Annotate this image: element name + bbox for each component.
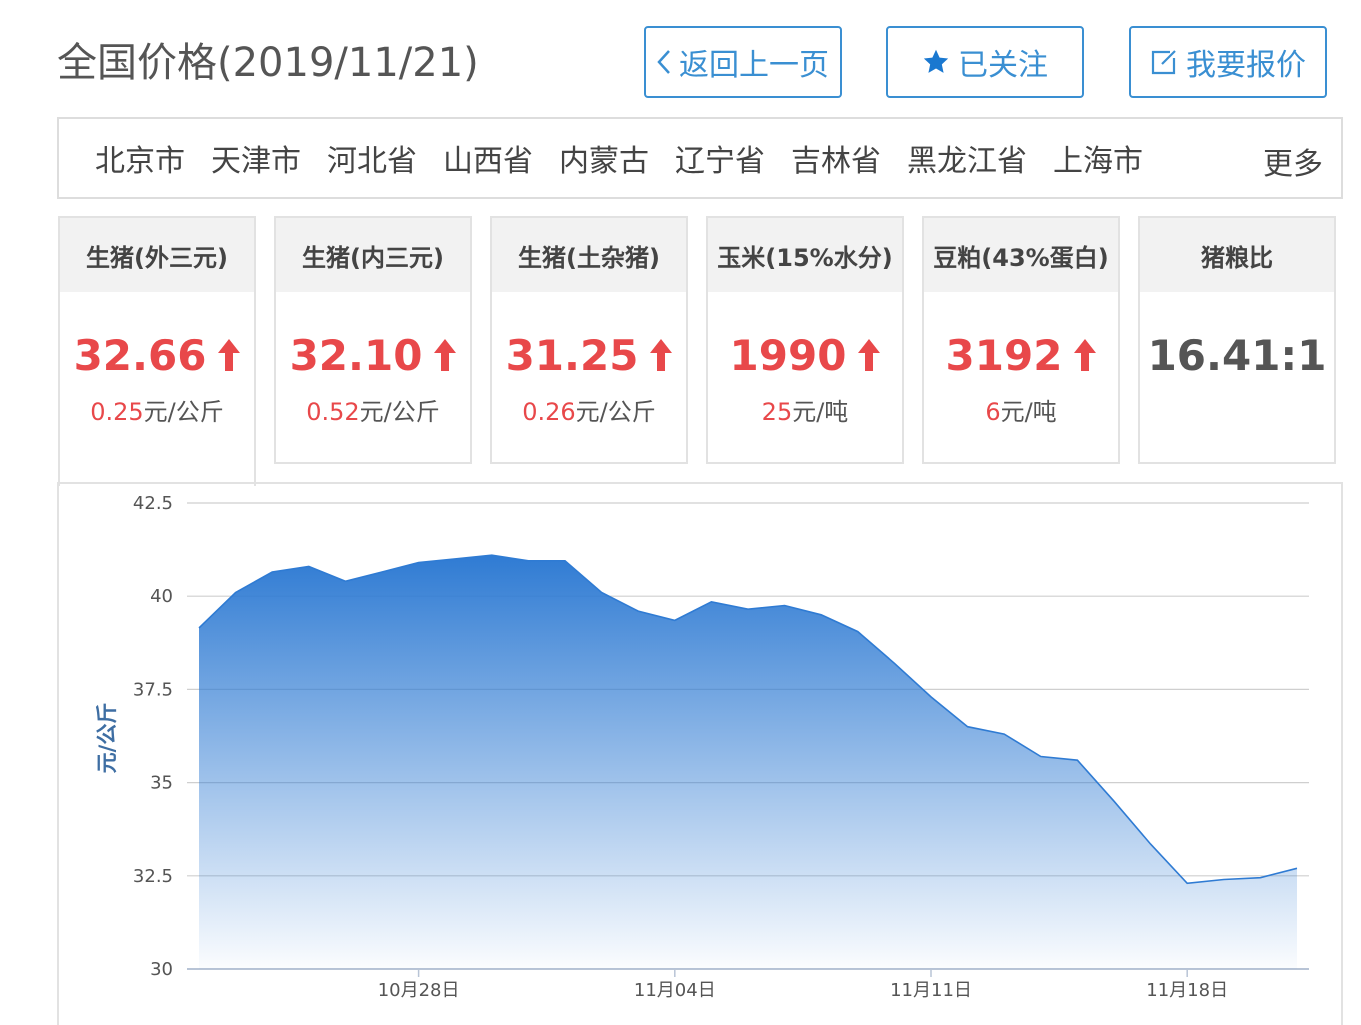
card-change: 0.52元/公斤 — [276, 392, 470, 427]
y-tick-label: 30 — [150, 959, 173, 980]
card-change-unit: 元/吨 — [792, 398, 849, 426]
follow-button[interactable]: 已关注 — [886, 26, 1084, 98]
x-tick-label: 10月28日 — [378, 980, 460, 1001]
x-tick-label: 11月18日 — [1146, 980, 1228, 1001]
card-price: 31.25 — [492, 330, 686, 380]
region-item[interactable]: 天津市 — [211, 136, 301, 180]
y-axis-title: 元/公斤 — [95, 703, 119, 774]
card-title: 玉米(15%水分) — [708, 218, 902, 292]
price-card-live-hog-external[interactable]: 生猪(外三元) 32.66 0.25元/公斤 — [58, 216, 256, 486]
card-change-value: 0.25 — [90, 398, 144, 426]
x-tick-label: 11月04日 — [634, 980, 716, 1001]
card-price-value: 32.10 — [289, 330, 423, 380]
price-card-corn[interactable]: 玉米(15%水分) 1990 25元/吨 — [706, 216, 904, 464]
price-card-hog-grain-ratio[interactable]: 猪粮比 16.41:1 — [1138, 216, 1336, 464]
card-price: 32.66 — [60, 330, 254, 380]
page-title: 全国价格(2019/11/21) — [57, 40, 479, 86]
region-item[interactable]: 北京市 — [95, 136, 185, 180]
arrow-up-icon — [434, 339, 457, 371]
price-card-live-hog-local[interactable]: 生猪(土杂猪) 31.25 0.26元/公斤 — [490, 216, 688, 464]
card-change-unit: 元/公斤 — [359, 398, 440, 426]
edit-icon — [1151, 50, 1176, 75]
region-bar: 北京市 天津市 河北省 山西省 内蒙古 辽宁省 吉林省 黑龙江省 上海市 更多 — [57, 117, 1343, 199]
price-chart-svg: 30 32.5 35 37.5 40 42.5 10月28日 11月04日 11月11日 11月1… — [95, 493, 1309, 1001]
region-item[interactable]: 黑龙江省 — [907, 136, 1027, 180]
y-tick-label: 37.5 — [133, 679, 173, 700]
chevron-left-icon — [657, 50, 670, 74]
star-icon — [923, 49, 949, 73]
region-item[interactable]: 山西省 — [443, 136, 533, 180]
back-button-label: 返回上一页 — [679, 48, 829, 83]
card-price: 32.10 — [276, 330, 470, 380]
card-price-value: 1990 — [729, 330, 847, 380]
price-card-soybean-meal[interactable]: 豆粕(43%蛋白) 3192 6元/吨 — [922, 216, 1120, 464]
card-change-value: 0.52 — [306, 398, 360, 426]
x-tick-label: 11月11日 — [890, 980, 972, 1001]
region-item[interactable]: 内蒙古 — [559, 136, 649, 180]
card-title: 豆粕(43%蛋白) — [924, 218, 1118, 292]
quote-button-label: 我要报价 — [1186, 48, 1306, 83]
card-change-unit: 元/吨 — [1000, 398, 1057, 426]
card-title: 猪粮比 — [1140, 218, 1334, 292]
back-button[interactable]: 返回上一页 — [644, 26, 842, 98]
card-price-value: 32.66 — [73, 330, 207, 380]
card-price-value: 16.41:1 — [1147, 330, 1327, 380]
card-price: 16.41:1 — [1140, 330, 1334, 380]
follow-button-label: 已关注 — [958, 48, 1048, 83]
card-change-unit: 元/公斤 — [143, 398, 224, 426]
card-title: 生猪(内三元) — [276, 218, 470, 292]
region-more-link[interactable]: 更多 — [1263, 139, 1323, 183]
region-item[interactable]: 河北省 — [327, 136, 417, 180]
arrow-up-icon — [858, 339, 881, 371]
card-change-value: 25 — [761, 398, 793, 426]
y-tick-label: 35 — [150, 773, 173, 794]
arrow-up-icon — [218, 339, 241, 371]
arrow-up-icon — [650, 339, 673, 371]
card-price: 3192 — [924, 330, 1118, 380]
region-item[interactable]: 吉林省 — [791, 136, 881, 180]
arrow-up-icon — [1074, 339, 1097, 371]
card-change-unit: 元/公斤 — [575, 398, 656, 426]
quote-button[interactable]: 我要报价 — [1129, 26, 1327, 98]
y-tick-label: 32.5 — [133, 866, 173, 887]
card-title: 生猪(外三元) — [60, 218, 254, 292]
card-change: 0.26元/公斤 — [492, 392, 686, 427]
card-change: 0.25元/公斤 — [60, 392, 254, 427]
y-tick-label: 40 — [150, 586, 173, 607]
card-price-value: 3192 — [945, 330, 1063, 380]
card-change-value: 6 — [985, 398, 1001, 426]
price-cards: 生猪(外三元) 32.66 0.25元/公斤 生猪(内三元) 32.10 0.5… — [58, 216, 1338, 486]
y-tick-label: 42.5 — [133, 493, 173, 514]
card-price-value: 31.25 — [505, 330, 639, 380]
price-card-live-hog-internal[interactable]: 生猪(内三元) 32.10 0.52元/公斤 — [274, 216, 472, 464]
region-item[interactable]: 辽宁省 — [675, 136, 765, 180]
price-chart: 30 32.5 35 37.5 40 42.5 10月28日 11月04日 11月11日 11月1… — [57, 482, 1343, 1025]
card-change: 6元/吨 — [924, 392, 1118, 427]
card-title: 生猪(土杂猪) — [492, 218, 686, 292]
card-change-value: 0.26 — [522, 398, 576, 426]
card-price: 1990 — [708, 330, 902, 380]
card-change: 25元/吨 — [708, 392, 902, 427]
series-area — [199, 555, 1297, 969]
region-item[interactable]: 上海市 — [1053, 136, 1143, 180]
